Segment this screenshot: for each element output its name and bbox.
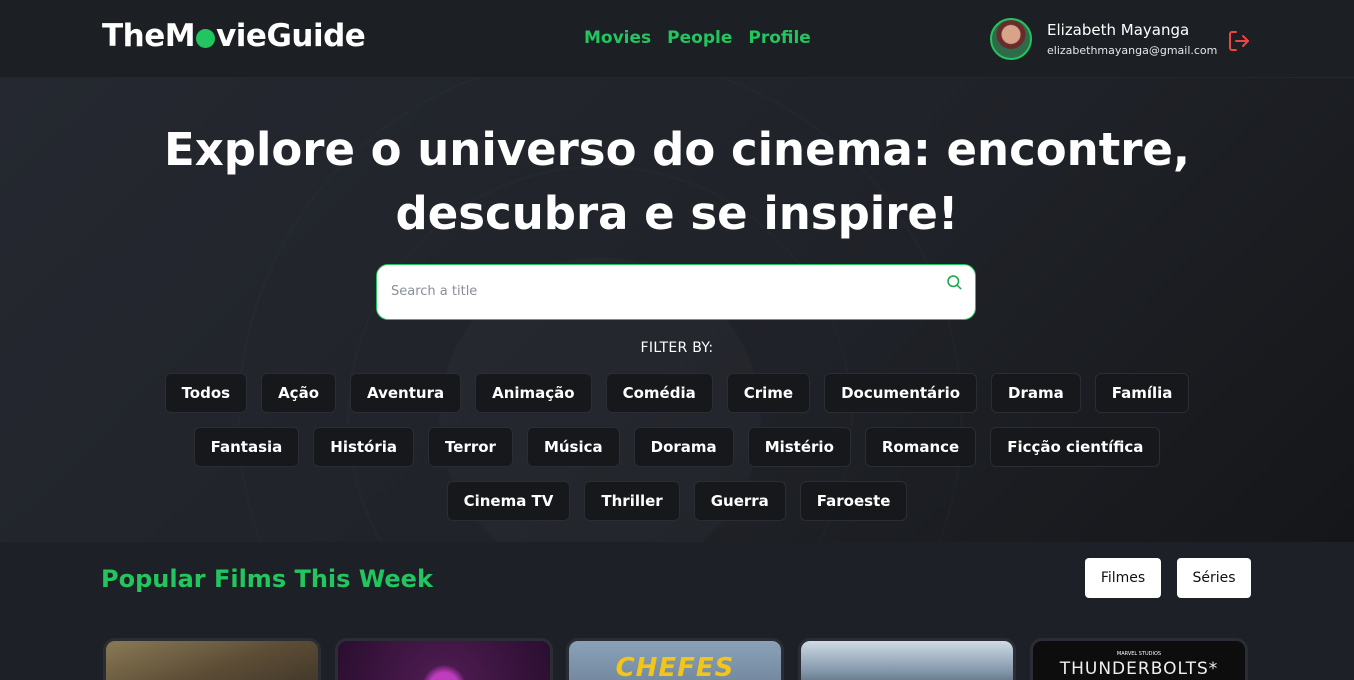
genre-chip-cinema-tv[interactable]: Cinema TV <box>446 481 571 521</box>
logo-dot-icon <box>196 28 216 48</box>
hero-title-line-2: descubra e se inspire! <box>395 187 959 240</box>
logo-text-end: vieGuide <box>216 18 366 54</box>
search-box <box>376 264 976 320</box>
genre-chip-guerra[interactable]: Guerra <box>693 481 786 521</box>
site-logo[interactable]: TheM vieGuide <box>102 18 366 54</box>
logo-text-start: TheM <box>102 18 196 54</box>
user-name: Elizabeth Mayanga <box>1047 21 1190 39</box>
genre-chip-comedia[interactable]: Comédia <box>605 373 713 413</box>
genre-chip-drama[interactable]: Drama <box>991 373 1081 413</box>
genre-chip-musica[interactable]: Música <box>526 427 620 467</box>
genre-chip-historia[interactable]: História <box>313 427 415 467</box>
user-avatar[interactable] <box>990 18 1032 60</box>
nav-profile[interactable]: Profile <box>748 28 810 48</box>
genre-chip-faroeste[interactable]: Faroeste <box>799 481 908 521</box>
genre-chip-terror[interactable]: Terror <box>428 427 513 467</box>
hero-title-line-1: Explore o universo do cinema: encontre, <box>163 123 1191 176</box>
movie-poster[interactable]: CHEFES <box>566 638 784 680</box>
genre-chip-misterio[interactable]: Mistério <box>747 427 851 467</box>
search-icon[interactable] <box>945 273 963 291</box>
genre-chip-crime[interactable]: Crime <box>726 373 811 413</box>
genre-chip-dorama[interactable]: Dorama <box>633 427 734 467</box>
logout-icon[interactable] <box>1227 29 1251 53</box>
genre-row-2: Fantasia História Terror Música Dorama M… <box>0 427 1354 467</box>
genre-chip-animacao[interactable]: Animação <box>475 373 592 413</box>
poster-title: CHEFES <box>615 653 735 680</box>
movie-poster[interactable] <box>335 638 553 680</box>
main-nav: Movies People Profile <box>584 28 811 48</box>
series-toggle-button[interactable]: Séries <box>1177 558 1251 598</box>
genre-chip-thriller[interactable]: Thriller <box>584 481 680 521</box>
genre-chip-documentario[interactable]: Documentário <box>824 373 978 413</box>
poster-title: THUNDERBOLTS* <box>1059 659 1219 679</box>
movie-poster[interactable] <box>103 638 321 680</box>
genre-row-3: Cinema TV Thriller Guerra Faroeste <box>0 481 1354 521</box>
nav-movies[interactable]: Movies <box>584 28 651 48</box>
genre-chip-acao[interactable]: Ação <box>261 373 337 413</box>
genre-chip-aventura[interactable]: Aventura <box>350 373 462 413</box>
nav-people[interactable]: People <box>667 28 732 48</box>
movie-poster[interactable] <box>798 638 1016 680</box>
genre-chip-romance[interactable]: Romance <box>864 427 977 467</box>
genre-row-1: Todos Ação Aventura Animação Comédia Cri… <box>0 373 1354 413</box>
top-header: TheM vieGuide Movies People Profile Eliza… <box>0 0 1354 78</box>
filter-label: FILTER BY: <box>640 340 714 356</box>
section-title: Popular Films This Week <box>101 565 433 593</box>
genre-chip-todos[interactable]: Todos <box>164 373 248 413</box>
hero-title: Explore o universo do cinema: encontre, … <box>0 118 1354 246</box>
movie-poster[interactable]: MARVEL STUDIOS THUNDERBOLTS* <box>1030 638 1248 680</box>
genre-chip-ficcao-cientifica[interactable]: Ficção científica <box>990 427 1161 467</box>
genre-chip-familia[interactable]: Família <box>1094 373 1190 413</box>
genre-chip-fantasia[interactable]: Fantasia <box>193 427 300 467</box>
popular-section: Popular Films This Week Filmes Séries CH… <box>0 542 1354 680</box>
movies-toggle-button[interactable]: Filmes <box>1085 558 1161 598</box>
poster-brand: MARVEL STUDIOS <box>1116 651 1162 657</box>
user-email: elizabethmayanga@gmail.com <box>1047 44 1218 57</box>
search-input[interactable] <box>391 265 931 318</box>
